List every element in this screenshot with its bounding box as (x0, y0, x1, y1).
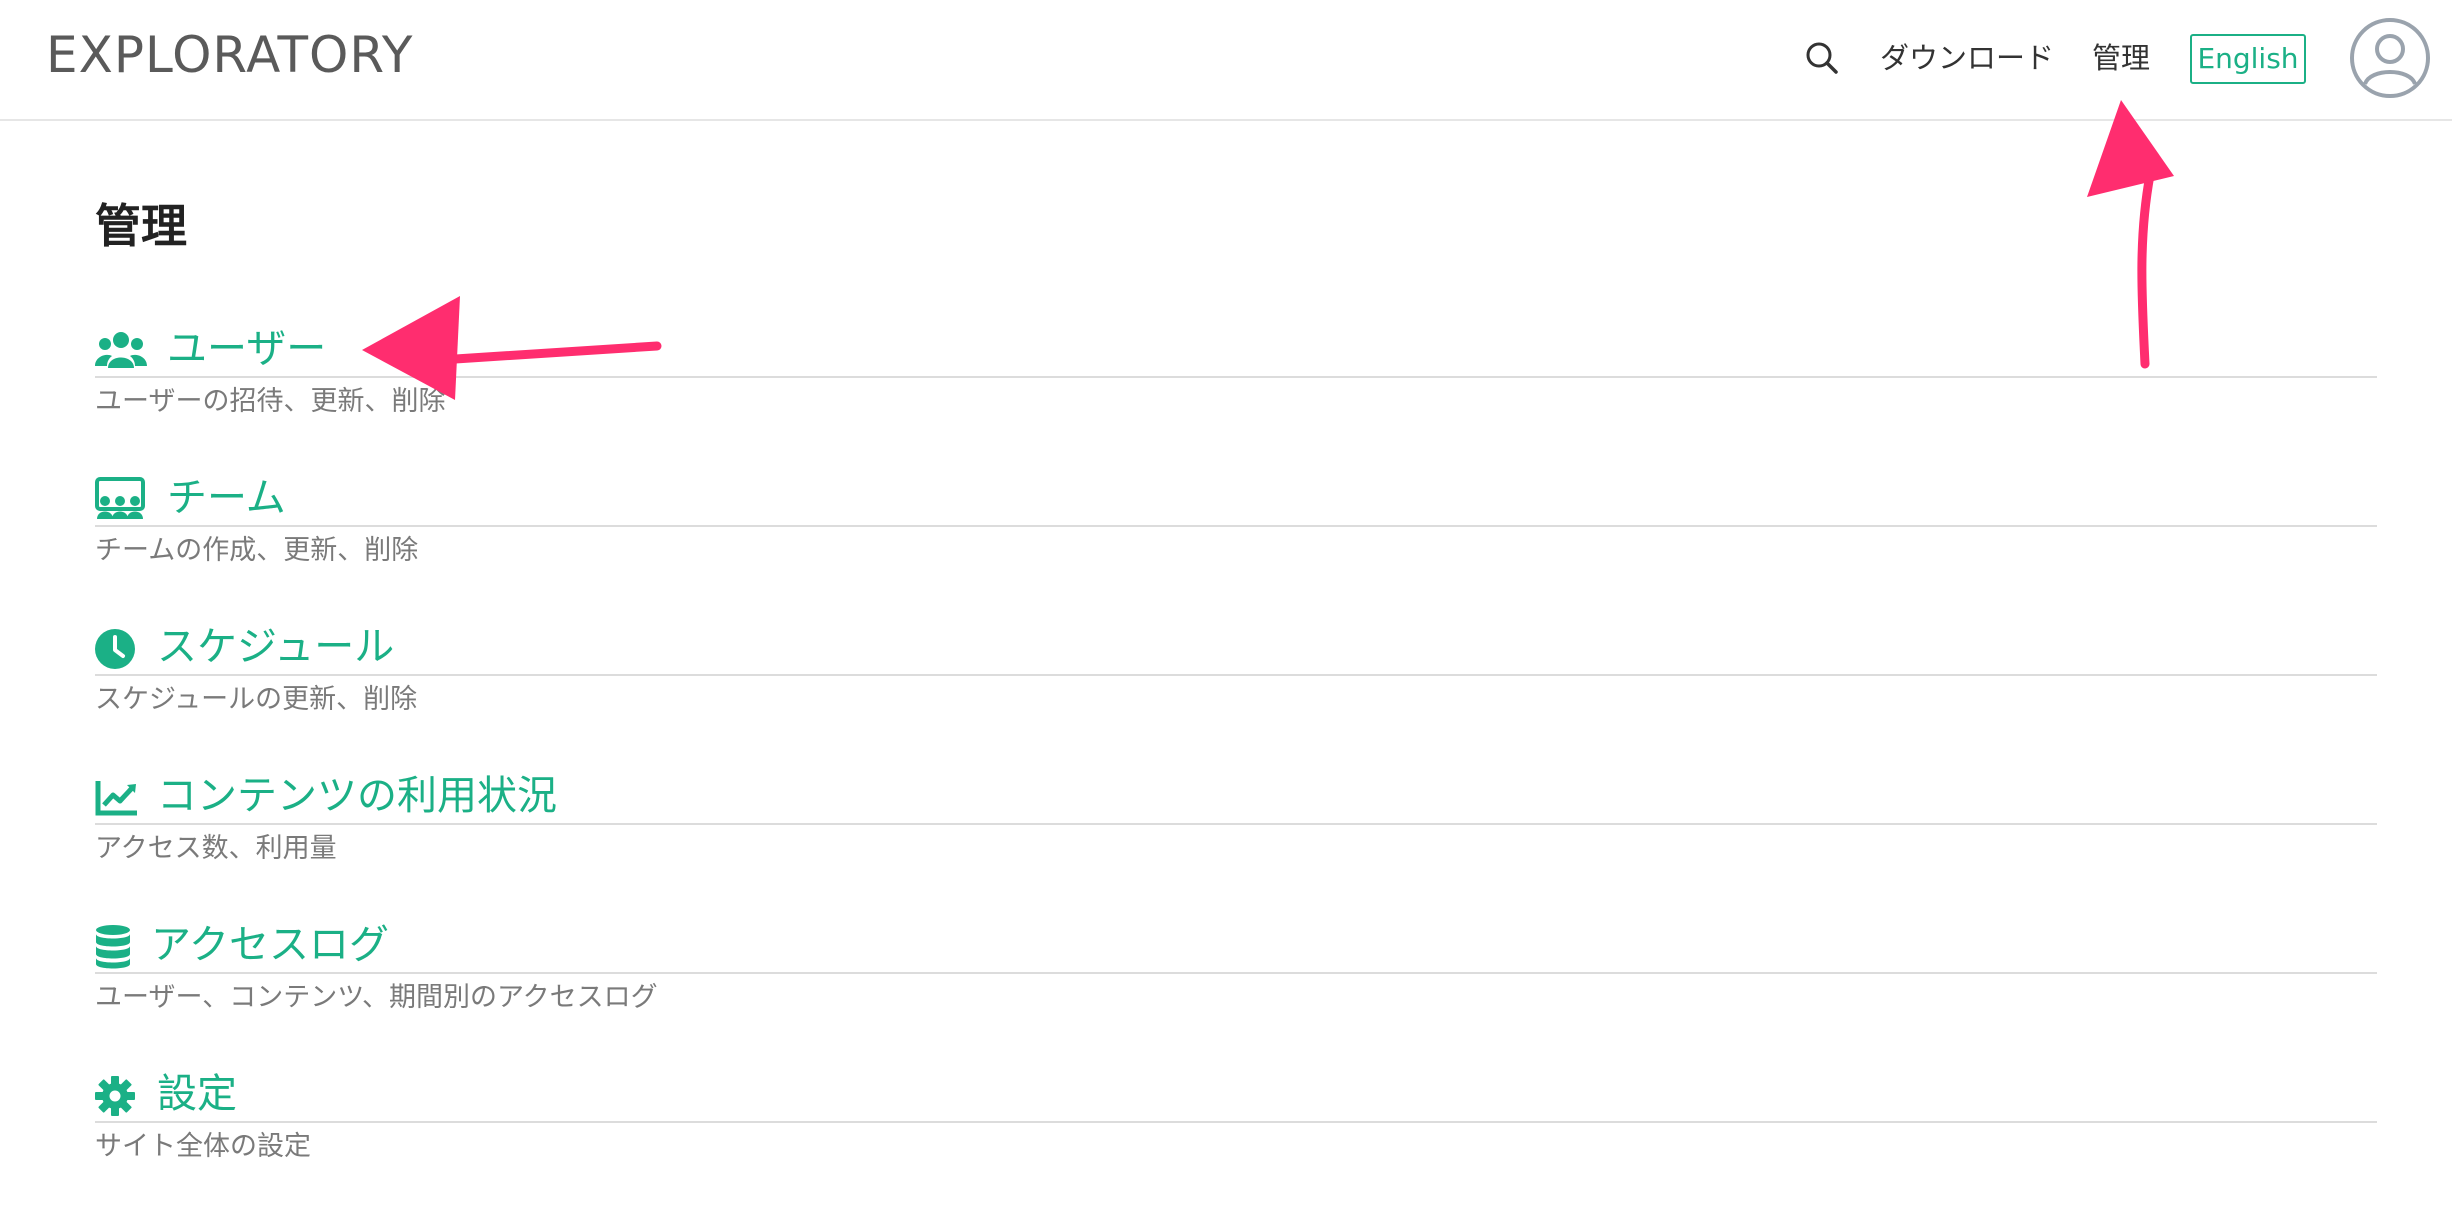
admin-item-title[interactable]: スケジュール (157, 620, 394, 674)
admin-item-title[interactable]: 設定 (157, 1067, 237, 1121)
admin-item-settings-link[interactable]: 設定 (95, 1067, 2377, 1123)
admin-item-description: アクセス数、利用量 (95, 833, 337, 864)
admin-item-title[interactable]: コンテンツの利用状況 (157, 769, 557, 823)
search-icon[interactable] (1800, 36, 1844, 80)
admin-item-title[interactable]: アクセスログ (151, 918, 389, 972)
admin-item-description: チームの作成、更新、削除 (95, 535, 419, 566)
admin-item-users-link[interactable]: ユーザー (95, 322, 2377, 378)
clock-icon (95, 626, 147, 672)
admin-item-title[interactable]: ユーザー (167, 322, 326, 376)
admin-item-content-usage: コンテンツの利用状況 アクセス数、利用量 (95, 769, 2377, 889)
nav-download-link[interactable]: ダウンロード (1880, 38, 2054, 78)
admin-item-schedule: スケジュール スケジュールの更新、削除 (95, 620, 2377, 740)
users-icon (95, 328, 147, 374)
admin-item-settings: 設定 サイト全体の設定 (95, 1067, 2377, 1187)
admin-item-description: サイト全体の設定 (95, 1131, 311, 1162)
user-avatar-icon[interactable] (2348, 16, 2432, 100)
admin-item-description: ユーザー、コンテンツ、期間別のアクセスログ (95, 982, 658, 1013)
admin-item-description: スケジュールの更新、削除 (95, 684, 418, 715)
admin-item-access-log: アクセスログ ユーザー、コンテンツ、期間別のアクセスログ (95, 918, 2377, 1038)
admin-item-users: ユーザー ユーザーの招待、更新、削除 (95, 322, 2377, 442)
admin-item-access-log-link[interactable]: アクセスログ (95, 918, 2377, 974)
admin-item-schedule-link[interactable]: スケジュール (95, 620, 2377, 676)
admin-item-title[interactable]: チーム (167, 471, 286, 525)
admin-item-team-link[interactable]: チーム (95, 471, 2377, 527)
language-toggle-button[interactable]: English (2190, 34, 2306, 84)
team-icon (95, 477, 147, 523)
page-title: 管理 (95, 199, 187, 253)
admin-item-content-usage-link[interactable]: コンテンツの利用状況 (95, 769, 2377, 825)
admin-item-team: チーム チームの作成、更新、削除 (95, 471, 2377, 591)
logo[interactable]: EXPLORATORY (46, 26, 413, 84)
gear-icon (95, 1073, 147, 1119)
admin-item-description: ユーザーの招待、更新、削除 (95, 386, 446, 417)
database-icon (95, 924, 147, 970)
top-navbar: EXPLORATORY ダウンロード 管理 English (0, 0, 2452, 121)
nav-admin-link[interactable]: 管理 (2092, 38, 2150, 78)
area-chart-icon (95, 775, 147, 821)
